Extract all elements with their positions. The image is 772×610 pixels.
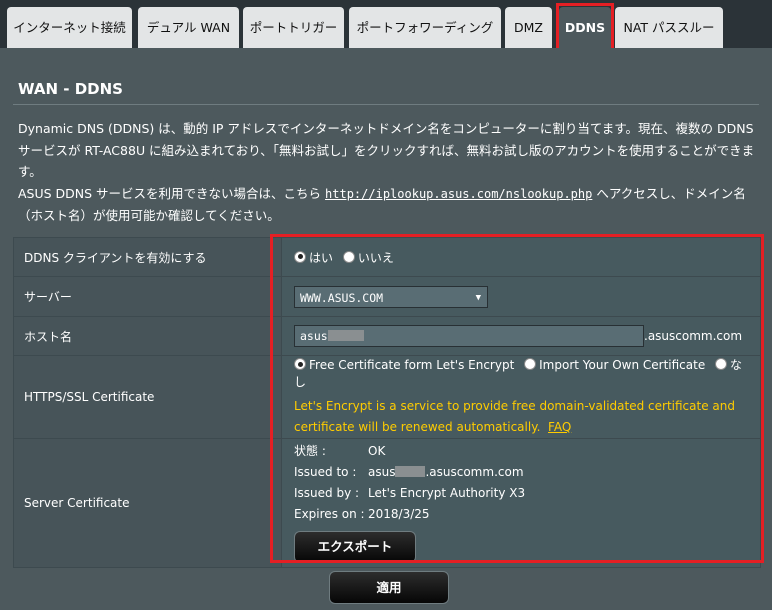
server-select[interactable]: WWW.ASUS.COM ▼: [294, 285, 488, 308]
hostname-suffix: .asuscomm.com: [644, 329, 743, 343]
tab-port-forwarding[interactable]: ポートフォワーディング: [349, 7, 501, 48]
cert-import-label[interactable]: Import Your Own Certificate: [539, 358, 705, 372]
row-https-ssl: HTTPS/SSL Certificate Free Certificate f…: [13, 355, 761, 439]
tab-internet-connection[interactable]: インターネット接続: [7, 7, 132, 48]
ddns-yes-radio[interactable]: [294, 250, 306, 263]
cert-letsencrypt-label[interactable]: Free Certificate form Let's Encrypt: [309, 358, 514, 372]
apply-button[interactable]: 適用: [329, 571, 449, 604]
https-ssl-label: HTTPS/SSL Certificate: [13, 355, 282, 439]
ddns-enable-cell: はい いいえ: [281, 237, 761, 277]
row-ddns-enable: DDNS クライアントを有効にする はい いいえ: [13, 237, 761, 277]
cert-issued-to-value: asus .asuscomm.com: [368, 462, 760, 483]
redacted-block: [395, 466, 426, 477]
export-button[interactable]: エクスポート: [294, 531, 416, 563]
cert-expires-value: 2018/3/25: [368, 507, 430, 521]
ddns-no-radio[interactable]: [342, 250, 355, 263]
nslookup-link[interactable]: http://iplookup.asus.com/nslookup.php: [325, 187, 592, 201]
ddns-no-label[interactable]: いいえ: [358, 251, 394, 265]
tab-dmz[interactable]: DMZ: [505, 7, 552, 48]
hostname-cell: asus .asuscomm.com: [281, 316, 761, 356]
page-title: WAN - DDNS: [18, 80, 123, 98]
cert-expires-key: Expires on :: [294, 507, 365, 521]
server-label: サーバー: [13, 276, 282, 317]
tab-nat-passthrough[interactable]: NAT パススルー: [615, 7, 723, 48]
faq-link[interactable]: FAQ: [548, 420, 571, 434]
cert-details: 状態 : OK Issued to : asus .asuscomm.com Is…: [294, 439, 760, 525]
hostname-value: asus: [300, 329, 328, 343]
cert-none-radio[interactable]: [715, 358, 728, 370]
description: Dynamic DNS (DDNS) は、動的 IP アドレスでインターネットド…: [18, 118, 758, 227]
letsencrypt-notice: Let's Encrypt is a service to provide fr…: [294, 396, 760, 438]
server-select-value: WWW.ASUS.COM: [300, 290, 384, 305]
cert-issued-by-value: Let's Encrypt Authority X3: [368, 486, 526, 500]
description-text: ASUS DDNS サービスを利用できない場合は、こちら: [18, 185, 326, 201]
server-cert-cell: 状態 : OK Issued to : asus .asuscomm.com Is…: [281, 438, 761, 568]
title-divider: [13, 104, 759, 105]
description-para-2: ASUS DDNS サービスを利用できない場合は、こちら http://iplo…: [18, 183, 758, 227]
ddns-yes-label[interactable]: はい: [309, 251, 333, 265]
server-cert-label: Server Certificate: [13, 438, 282, 568]
server-cell: WWW.ASUS.COM ▼: [281, 276, 761, 317]
hostname-label: ホスト名: [13, 316, 282, 356]
cert-import-radio[interactable]: [524, 358, 537, 370]
cert-status-value: OK: [368, 444, 386, 458]
issued-to-pre: asus: [368, 465, 396, 479]
tab-ddns[interactable]: DDNS: [559, 7, 611, 48]
redacted-block: [327, 330, 364, 341]
hostname-input[interactable]: asus: [294, 325, 644, 347]
row-hostname: ホスト名 asus .asuscomm.com: [13, 316, 761, 356]
cert-issued-to-key: Issued to :: [294, 465, 357, 479]
tab-bar: インターネット接続 デュアル WAN ポートトリガー ポートフォワーディング D…: [0, 0, 772, 51]
row-server-certificate: Server Certificate 状態 : OK Issued to : a…: [13, 438, 761, 568]
tab-dual-wan[interactable]: デュアル WAN: [138, 7, 239, 48]
ddns-enable-label: DDNS クライアントを有効にする: [13, 237, 282, 277]
cert-status-key: 状態 :: [294, 444, 326, 458]
chevron-down-icon: ▼: [475, 292, 481, 303]
tab-port-trigger[interactable]: ポートトリガー: [243, 7, 344, 48]
notice-text: Let's Encrypt is a service to provide fr…: [294, 399, 735, 434]
cert-letsencrypt-radio[interactable]: [294, 358, 306, 370]
issued-to-post: .asuscomm.com: [425, 465, 524, 479]
ddns-settings-table: DDNS クライアントを有効にする はい いいえ サーバー WWW.ASUS.C…: [13, 237, 761, 568]
https-ssl-cell: Free Certificate form Let's Encrypt Impo…: [281, 355, 761, 439]
cert-issued-by-key: Issued by :: [294, 486, 360, 500]
row-server: サーバー WWW.ASUS.COM ▼: [13, 276, 761, 317]
description-para-1: Dynamic DNS (DDNS) は、動的 IP アドレスでインターネットド…: [18, 121, 755, 179]
